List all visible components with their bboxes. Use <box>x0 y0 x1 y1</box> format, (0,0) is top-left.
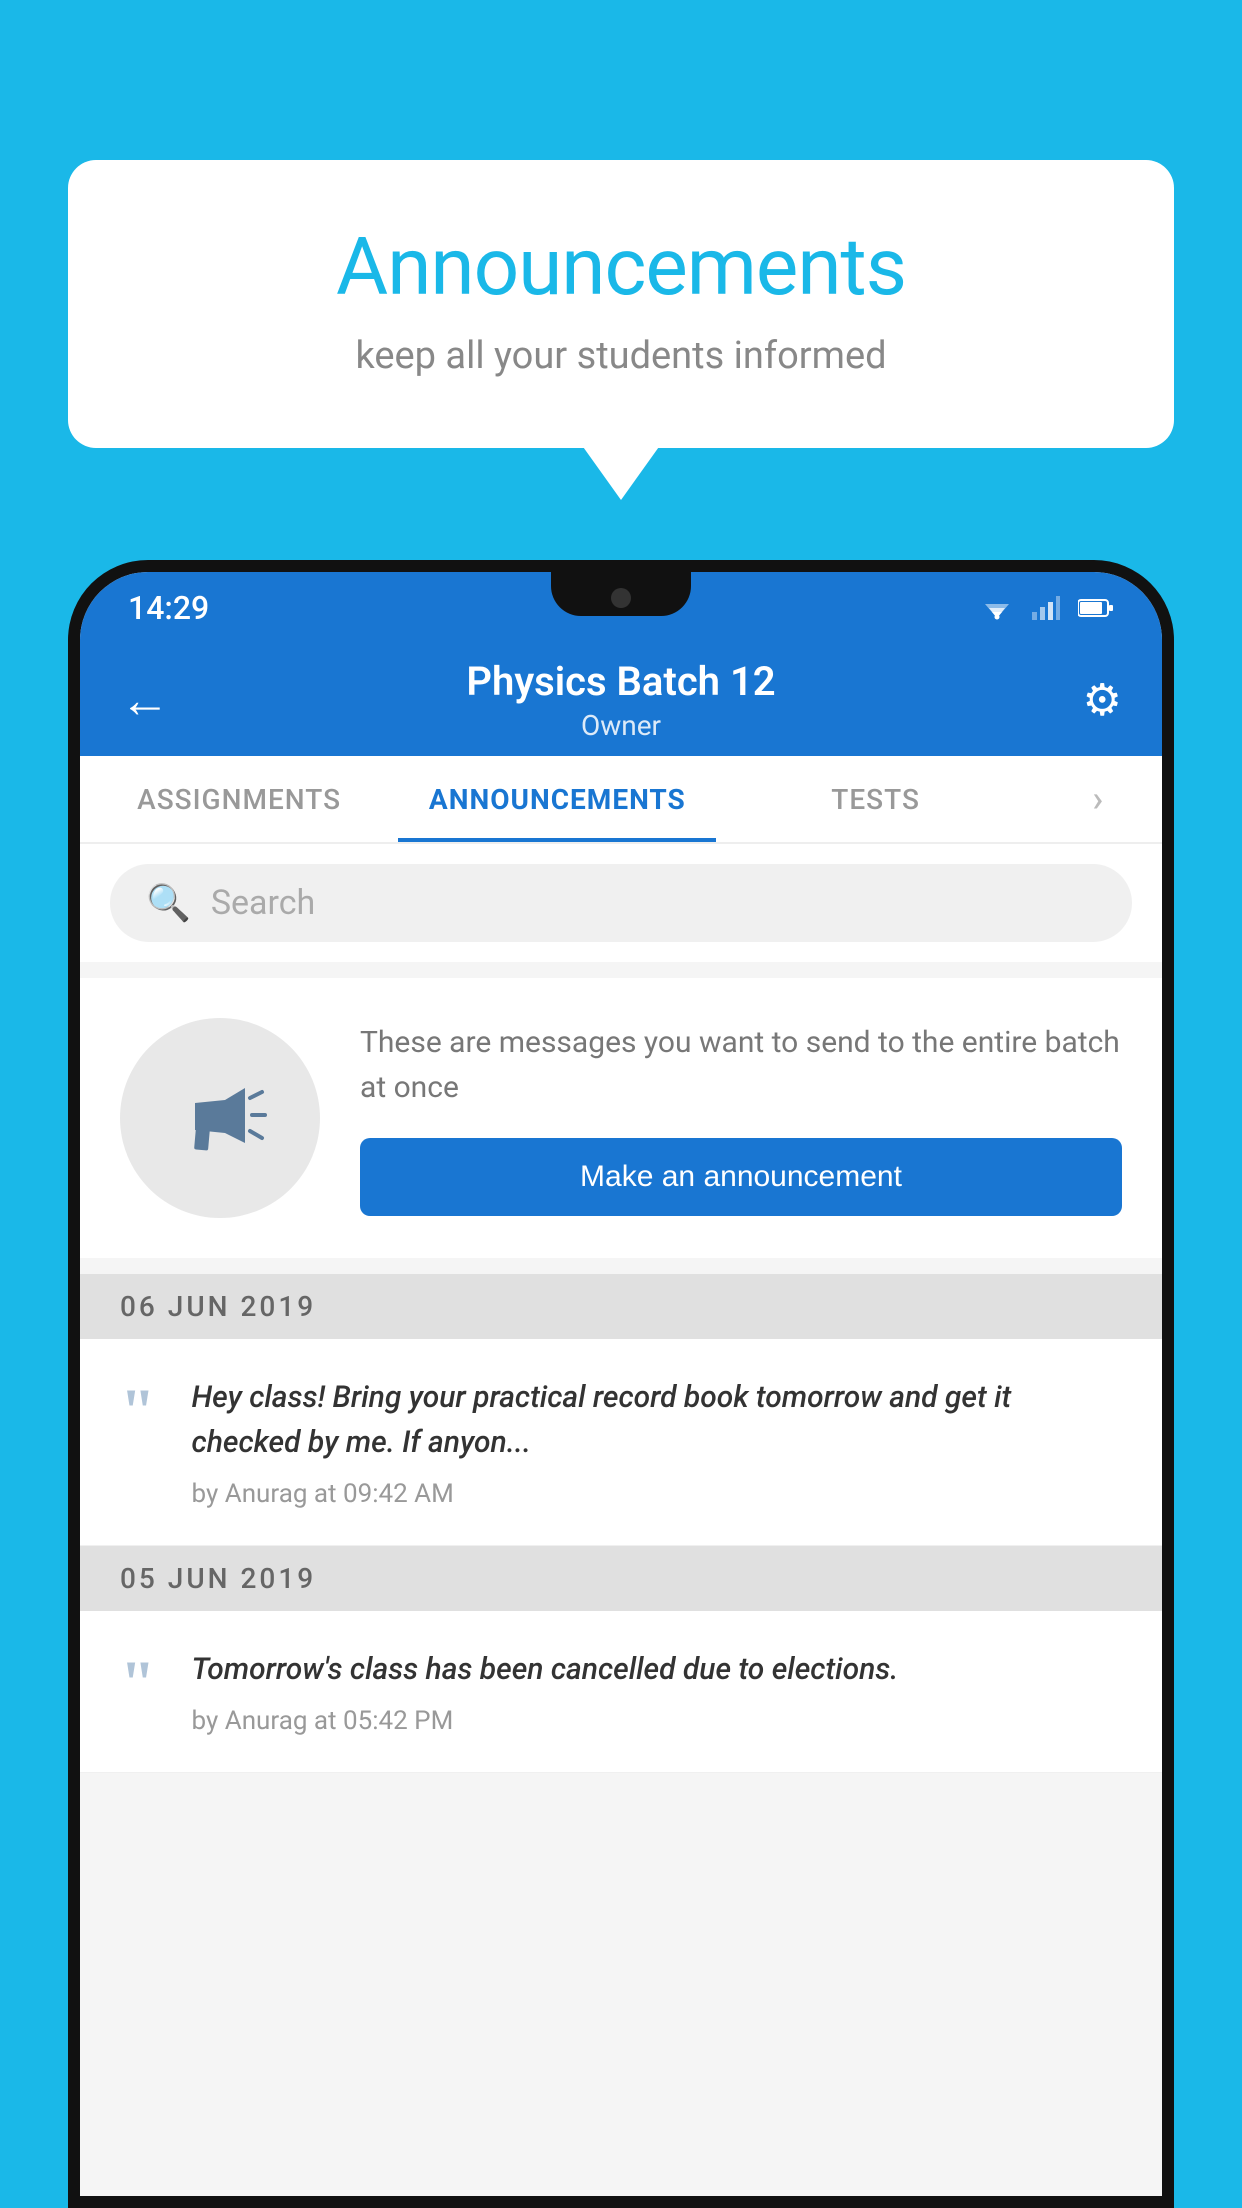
search-input[interactable]: Search <box>211 883 315 923</box>
search-container: 🔍 Search <box>80 844 1162 962</box>
app-bar-title: Physics Batch 12 <box>80 658 1162 705</box>
battery-icon <box>1078 598 1114 618</box>
app-bar: ← Physics Batch 12 Owner ⚙ <box>80 644 1162 756</box>
settings-icon[interactable]: ⚙ <box>1083 674 1122 726</box>
phone-frame: 14:29 <box>68 560 1174 2208</box>
status-time: 14:29 <box>128 589 209 627</box>
date-separator-1: 06 JUN 2019 <box>80 1274 1162 1339</box>
promo-content: These are messages you want to send to t… <box>360 1020 1122 1216</box>
speech-bubble: Announcements keep all your students inf… <box>68 160 1174 448</box>
promo-card: These are messages you want to send to t… <box>80 978 1162 1258</box>
tab-tests[interactable]: TESTS <box>716 756 1034 842</box>
tab-more[interactable]: › <box>1035 756 1162 842</box>
announcement-text-2: Tomorrow's class has been cancelled due … <box>192 1647 1122 1692</box>
megaphone-icon <box>170 1068 270 1168</box>
app-bar-subtitle: Owner <box>80 709 1162 742</box>
announcement-icon-circle <box>120 1018 320 1218</box>
announcement-content-1: Hey class! Bring your practical record b… <box>192 1375 1122 1509</box>
quote-icon-2: " <box>120 1651 156 1736</box>
announcement-meta-1: by Anurag at 09:42 AM <box>192 1479 1122 1509</box>
announcement-item-1[interactable]: " Hey class! Bring your practical record… <box>80 1339 1162 1546</box>
notch <box>551 572 691 616</box>
front-camera <box>611 588 631 608</box>
bubble-title: Announcements <box>148 220 1094 314</box>
promo-description: These are messages you want to send to t… <box>360 1020 1122 1110</box>
status-icons <box>980 596 1114 620</box>
bubble-subtitle: keep all your students informed <box>148 334 1094 378</box>
search-icon: 🔍 <box>146 882 191 924</box>
tabs-bar: ASSIGNMENTS ANNOUNCEMENTS TESTS › <box>80 756 1162 844</box>
announcement-item-2[interactable]: " Tomorrow's class has been cancelled du… <box>80 1611 1162 1773</box>
announcement-content-2: Tomorrow's class has been cancelled due … <box>192 1647 1122 1736</box>
speech-bubble-container: Announcements keep all your students inf… <box>68 160 1174 448</box>
search-bar[interactable]: 🔍 Search <box>110 864 1132 942</box>
signal-icon <box>1032 596 1060 620</box>
tab-announcements[interactable]: ANNOUNCEMENTS <box>398 756 716 842</box>
make-announcement-button[interactable]: Make an announcement <box>360 1138 1122 1216</box>
app-bar-title-container: Physics Batch 12 Owner <box>80 658 1162 742</box>
quote-icon-1: " <box>120 1379 156 1509</box>
tab-assignments[interactable]: ASSIGNMENTS <box>80 756 398 842</box>
announcement-text-1: Hey class! Bring your practical record b… <box>192 1375 1122 1465</box>
wifi-icon <box>980 596 1014 620</box>
phone-screen: 14:29 <box>80 572 1162 2196</box>
date-separator-2: 05 JUN 2019 <box>80 1546 1162 1611</box>
status-bar: 14:29 <box>80 572 1162 644</box>
announcement-meta-2: by Anurag at 05:42 PM <box>192 1706 1122 1736</box>
content-area: 🔍 Search These are messages you wa <box>80 844 1162 2196</box>
